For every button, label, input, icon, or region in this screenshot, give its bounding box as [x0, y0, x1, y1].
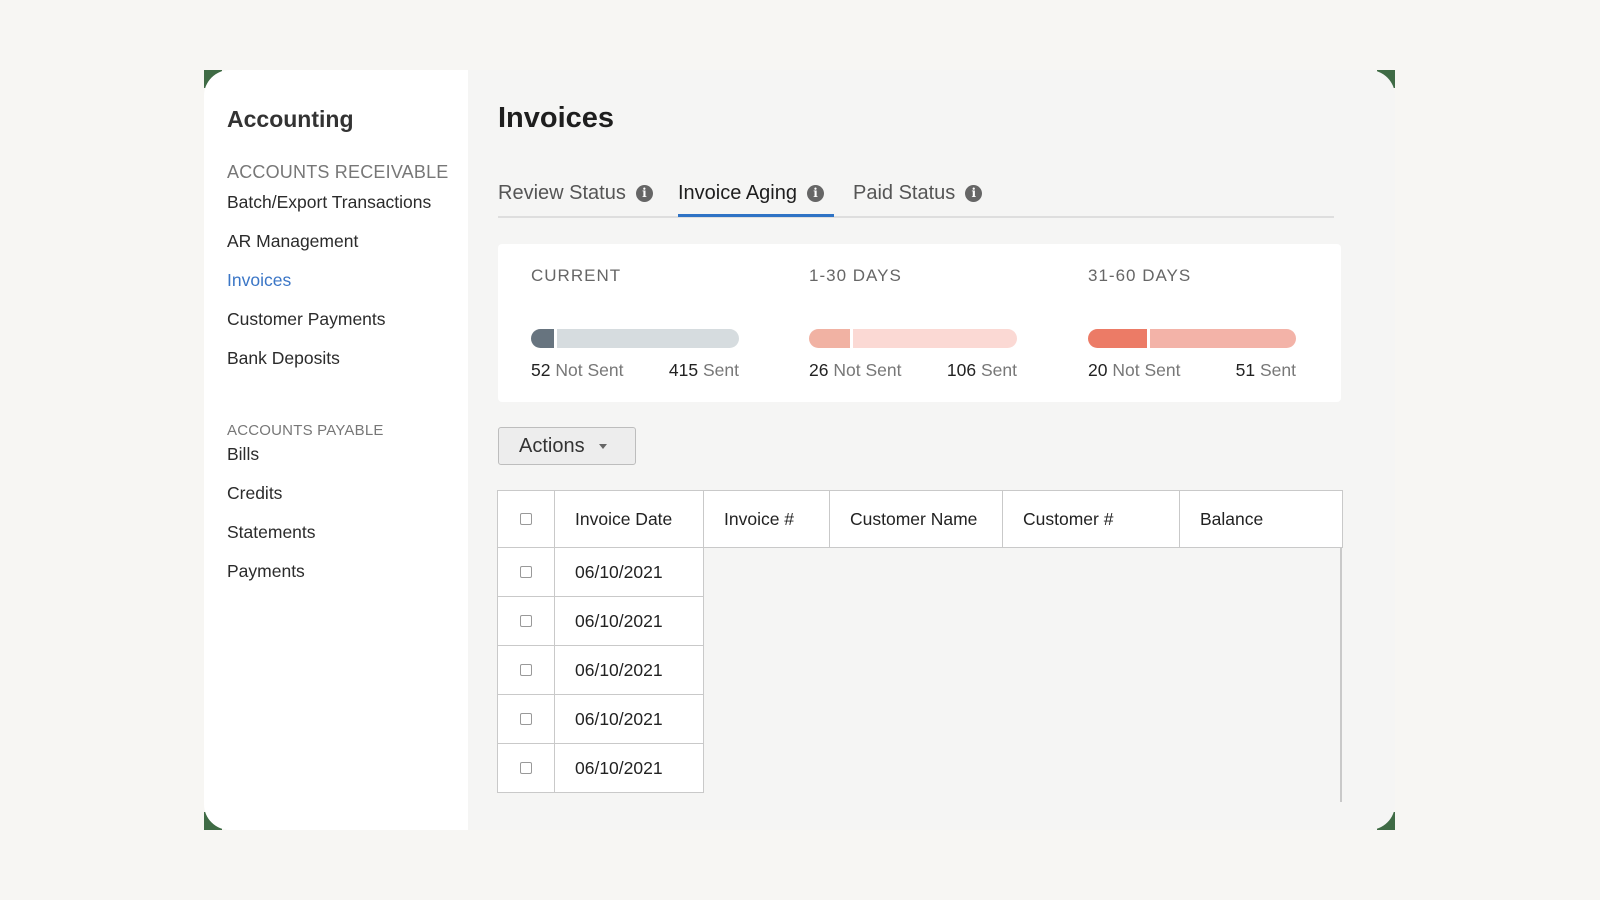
sent-label: Sent	[981, 360, 1017, 380]
sidebar-item-payments[interactable]: Payments	[227, 561, 305, 582]
sent-value: 51	[1235, 360, 1256, 380]
app-window: Accounting ACCOUNTS RECEIVABLE Batch/Exp…	[204, 70, 1395, 830]
aging-summary-card: CURRENT 52 Not Sent 415 Sent 1-30 DAYS 2…	[498, 244, 1341, 402]
tab-bar: Review Status i Invoice Aging i Paid Sta…	[498, 170, 1334, 218]
column-header-customer-name[interactable]: Customer Name	[829, 490, 1003, 548]
not-sent-segment	[809, 329, 850, 348]
active-tab-indicator	[678, 214, 834, 217]
not-sent-value: 52	[531, 360, 551, 380]
sidebar-item-invoices[interactable]: Invoices	[227, 270, 291, 291]
aging-bucket-current: CURRENT 52 Not Sent 415 Sent	[498, 244, 739, 402]
not-sent-count: 52 Not Sent	[531, 360, 623, 381]
bucket-counts: 26 Not Sent 106 Sent	[809, 360, 1017, 381]
invoice-date-cell: 06/10/2021	[554, 694, 704, 744]
not-sent-segment	[531, 329, 555, 348]
sent-segment	[557, 329, 739, 348]
sidebar-item-ar-management[interactable]: AR Management	[227, 231, 358, 252]
bucket-label: 1-30 DAYS	[809, 266, 902, 285]
row-checkbox-cell	[497, 547, 555, 597]
tab-label: Paid Status	[853, 181, 956, 204]
not-sent-count: 20 Not Sent	[1088, 360, 1180, 381]
aging-progress-bar	[1088, 329, 1296, 348]
bucket-label: 31-60 DAYS	[1088, 266, 1192, 285]
row-checkbox[interactable]	[520, 615, 532, 627]
sent-value: 106	[946, 360, 977, 380]
tab-paid-status[interactable]: Paid Status i	[853, 174, 983, 212]
info-icon[interactable]: i	[806, 184, 824, 202]
sidebar-item-customer-payments[interactable]: Customer Payments	[227, 309, 386, 330]
sent-count: 415 Sent	[669, 360, 739, 381]
caret-down-icon	[598, 443, 607, 449]
actions-dropdown-button[interactable]: Actions	[498, 427, 636, 465]
section-label-accounts-payable: ACCOUNTS PAYABLE	[227, 422, 384, 439]
aging-progress-bar	[809, 329, 1017, 348]
row-checkbox[interactable]	[520, 566, 532, 578]
bucket-label: CURRENT	[531, 266, 622, 285]
row-checkbox[interactable]	[520, 713, 532, 725]
sent-count: 51 Sent	[1236, 360, 1296, 381]
section-label-accounts-receivable: ACCOUNTS RECEIVABLE	[227, 162, 449, 182]
bucket-counts: 52 Not Sent 415 Sent	[531, 360, 739, 381]
not-sent-value: 26	[809, 360, 829, 380]
sent-label: Sent	[1260, 360, 1296, 380]
table-right-border	[1340, 548, 1342, 802]
sent-label: Sent	[703, 360, 739, 380]
row-checkbox-cell	[497, 743, 555, 793]
sent-value: 415	[668, 360, 699, 380]
sidebar-item-bank-deposits[interactable]: Bank Deposits	[227, 348, 340, 369]
aging-bucket-1-30-days: 1-30 DAYS 26 Not Sent 106 Sent	[776, 244, 1017, 402]
tab-invoice-aging[interactable]: Invoice Aging i	[678, 174, 824, 212]
invoice-date-cell: 06/10/2021	[554, 645, 704, 695]
bucket-counts: 20 Not Sent 51 Sent	[1088, 360, 1296, 381]
sent-count: 106 Sent	[947, 360, 1017, 381]
app-title: Accounting	[227, 106, 354, 132]
actions-label: Actions	[519, 434, 585, 457]
not-sent-label: Not Sent	[833, 360, 902, 380]
select-all-header	[497, 490, 555, 548]
aging-bucket-31-60-days: 31-60 DAYS 20 Not Sent 51 Sent	[1055, 244, 1296, 402]
info-icon[interactable]: i	[965, 184, 983, 202]
not-sent-segment	[1088, 329, 1147, 348]
sidebar-item-bills[interactable]: Bills	[227, 444, 259, 465]
tab-label: Review Status	[498, 181, 626, 204]
aging-progress-bar	[531, 329, 739, 348]
column-header-balance[interactable]: Balance	[1179, 490, 1343, 548]
invoices-table: Invoice Date Invoice # Customer Name Cus…	[497, 490, 1343, 802]
not-sent-label: Not Sent	[1112, 360, 1181, 380]
row-checkbox-cell	[497, 596, 555, 646]
tab-label: Invoice Aging	[678, 181, 797, 204]
not-sent-value: 20	[1088, 360, 1108, 380]
invoice-date-cell: 06/10/2021	[554, 743, 704, 793]
invoice-date-cell: 06/10/2021	[554, 596, 704, 646]
not-sent-count: 26 Not Sent	[809, 360, 901, 381]
tab-review-status[interactable]: Review Status i	[498, 174, 653, 212]
select-all-checkbox[interactable]	[520, 513, 532, 525]
row-checkbox[interactable]	[520, 762, 532, 774]
sidebar-item-batch-export[interactable]: Batch/Export Transactions	[227, 192, 431, 213]
sidebar-item-credits[interactable]: Credits	[227, 483, 282, 504]
row-checkbox-cell	[497, 645, 555, 695]
row-checkbox[interactable]	[520, 664, 532, 676]
main-content: Invoices Review Status i Invoice Aging i…	[497, 70, 1395, 830]
info-icon[interactable]: i	[635, 184, 653, 202]
invoice-date-cell: 06/10/2021	[554, 547, 704, 597]
column-header-invoice-number[interactable]: Invoice #	[703, 490, 830, 548]
sidebar-item-statements[interactable]: Statements	[227, 522, 316, 543]
sent-segment	[852, 329, 1017, 348]
page-title: Invoices	[498, 102, 615, 134]
sidebar: Accounting ACCOUNTS RECEIVABLE Batch/Exp…	[204, 70, 468, 830]
not-sent-label: Not Sent	[555, 360, 624, 380]
column-header-invoice-date[interactable]: Invoice Date	[554, 490, 704, 548]
row-checkbox-cell	[497, 694, 555, 744]
sent-segment	[1149, 329, 1296, 348]
column-header-customer-number[interactable]: Customer #	[1002, 490, 1180, 548]
